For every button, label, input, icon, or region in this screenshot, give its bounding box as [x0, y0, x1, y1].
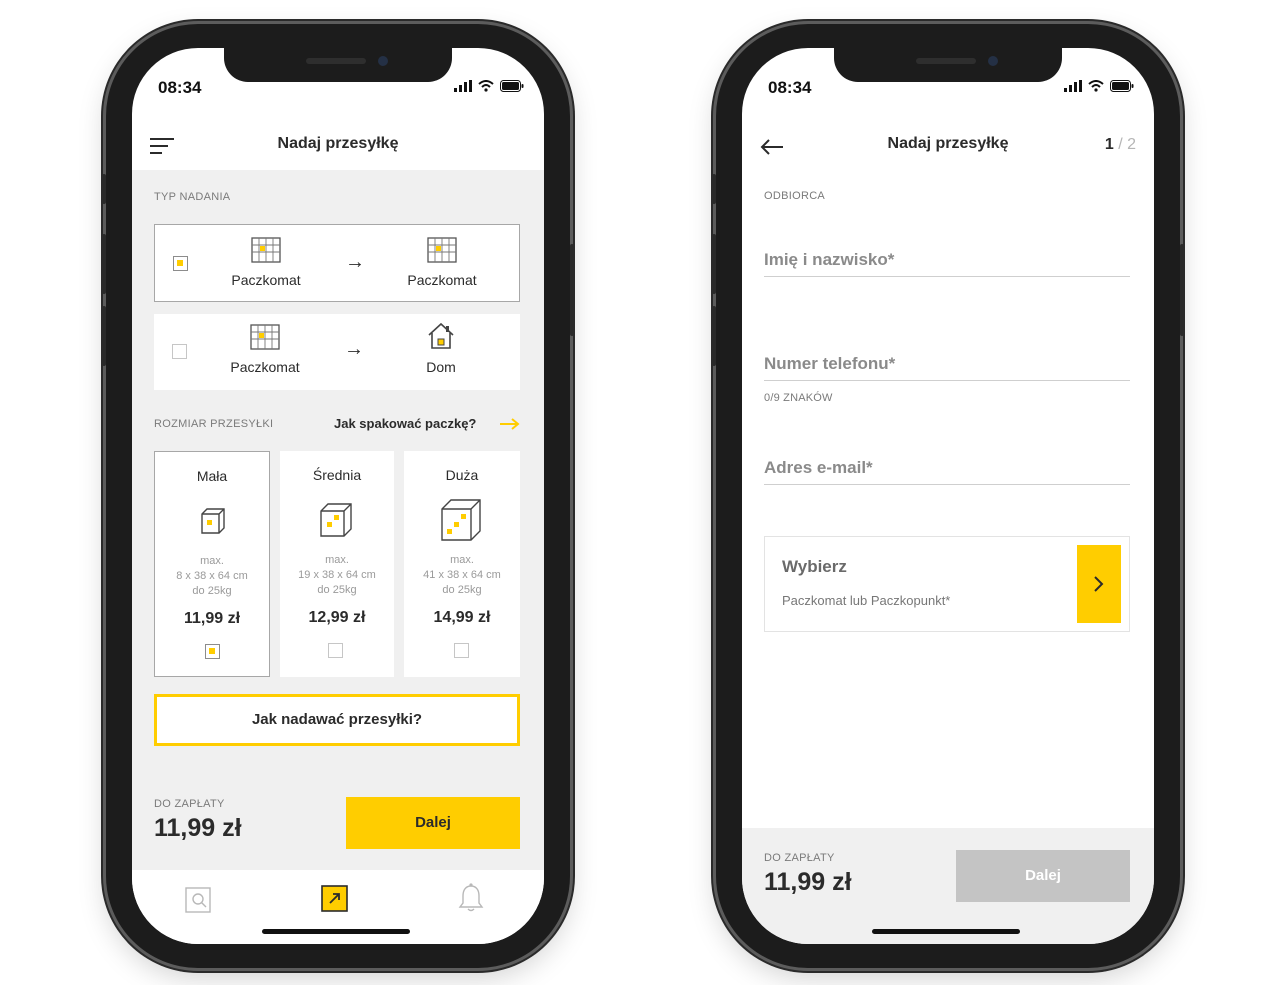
status-icons [1064, 80, 1134, 92]
pickup-point-selector[interactable]: Wybierz Paczkomat lub Paczkopunkt* [764, 536, 1130, 632]
screen-recipient-details: 08:34 Nadaj przesyłkę 1 / 2 ODBIORCA Imi… [742, 48, 1154, 944]
size-dimensions: 8 x 38 x 64 cm [176, 570, 248, 582]
phone-field[interactable]: Numer telefonu* [764, 354, 1130, 381]
battery-icon [500, 80, 524, 92]
section-label-send-type: TYP NADANIA [154, 191, 231, 203]
size-checkbox[interactable] [205, 644, 220, 659]
option-to-label: Paczkomat [407, 272, 477, 288]
payment-label: DO ZAPŁATY [154, 798, 225, 810]
house-icon [428, 322, 454, 349]
parcel-locker-icon [250, 324, 280, 350]
header: Nadaj przesyłkę 1 / 2 [742, 118, 1154, 174]
home-indicator [872, 929, 1020, 934]
arrow-right-icon[interactable] [500, 418, 520, 430]
next-button[interactable]: Dalej [346, 797, 520, 849]
section-label-recipient: ODBIORCA [764, 190, 826, 202]
size-name: Duża [445, 467, 479, 483]
status-icons [454, 80, 524, 92]
size-card-small[interactable]: Mała max. 8 x 38 x 64 cm do 25kg 11,99 z… [154, 451, 270, 677]
phone-char-counter: 0/9 ZNAKÓW [764, 392, 833, 404]
send-parcel-icon[interactable] [320, 883, 350, 913]
home-indicator [262, 929, 410, 934]
payment-footer: DO ZAPŁATY 11,99 zł Dalej [742, 828, 1154, 944]
send-option-locker-to-home[interactable]: Paczkomat → Dom [154, 314, 520, 390]
status-time: 08:34 [158, 78, 202, 97]
send-option-locker-to-locker[interactable]: Paczkomat → Paczkomat [154, 224, 520, 302]
how-to-send-button[interactable]: Jak nadawać przesyłki? [154, 694, 520, 746]
arrow-right-icon: → [344, 338, 364, 360]
option-from-label: Paczkomat [231, 272, 301, 288]
signal-icon [454, 80, 472, 92]
size-price: 12,99 zł [308, 609, 366, 626]
small-box-icon [201, 508, 225, 534]
page-title: Nadaj przesyłkę [887, 135, 1009, 152]
size-weight: do 25kg [317, 584, 357, 596]
size-dimensions: 19 x 38 x 64 cm [298, 569, 376, 581]
bell-icon[interactable] [456, 882, 486, 914]
size-checkbox[interactable] [328, 643, 343, 658]
screen-send-parcel-type: 08:34 Nadaj przesyłkę TYP NADANIA Paczko… [132, 48, 544, 944]
size-max-label: max. [325, 554, 349, 566]
size-price: 11,99 zł [183, 610, 241, 627]
size-max-label: max. [450, 554, 474, 566]
step-current: 1 [1104, 136, 1114, 153]
picker-subtitle: Paczkomat lub Paczkopunkt* [782, 593, 951, 608]
wifi-icon [478, 80, 494, 92]
how-to-pack-link[interactable]: Jak spakować paczkę? [334, 416, 476, 431]
size-checkbox[interactable] [454, 643, 469, 658]
arrow-right-icon: → [345, 251, 365, 273]
name-field[interactable]: Imię i nazwisko* [764, 250, 1130, 277]
option-checkbox[interactable] [173, 256, 188, 271]
size-name: Mała [196, 468, 228, 484]
option-to-label: Dom [426, 359, 456, 375]
option-checkbox[interactable] [172, 344, 187, 359]
size-weight: do 25kg [442, 584, 482, 596]
payment-label: DO ZAPŁATY [764, 852, 835, 864]
payment-amount: 11,99 zł [154, 814, 242, 842]
step-total: / 2 [1118, 136, 1136, 153]
size-price: 14,99 zł [433, 609, 491, 626]
chevron-right-icon [1094, 576, 1104, 592]
parcel-locker-icon [251, 237, 281, 263]
size-name: Średnia [312, 467, 362, 483]
medium-box-icon [320, 503, 352, 537]
phone-frame-left: 08:34 Nadaj przesyłkę TYP NADANIA Paczko… [102, 24, 574, 968]
status-time: 08:34 [768, 78, 812, 97]
large-box-icon [441, 499, 481, 541]
option-from-label: Paczkomat [230, 359, 300, 375]
next-button-disabled[interactable]: Dalej [956, 850, 1130, 902]
parcel-locker-icon [427, 237, 457, 263]
size-dimensions: 41 x 38 x 64 cm [423, 569, 501, 581]
signal-icon [1064, 80, 1082, 92]
step-indicator: 1 / 2 [1105, 136, 1136, 154]
header: Nadaj przesyłkę [132, 118, 544, 174]
battery-icon [1110, 80, 1134, 92]
picker-open-button[interactable] [1077, 545, 1121, 623]
payment-amount: 11,99 zł [764, 868, 852, 896]
wifi-icon [1088, 80, 1104, 92]
picker-title: Wybierz [782, 557, 847, 576]
size-card-large[interactable]: Duża max. 41 x 38 x 64 cm do 25kg 14,99 … [404, 451, 520, 677]
page-title: Nadaj przesyłkę [277, 135, 399, 152]
size-max-label: max. [200, 555, 224, 567]
section-label-size: ROZMIAR PRZESYŁKI [154, 418, 274, 430]
email-field[interactable]: Adres e-mail* [764, 458, 1130, 485]
size-card-medium[interactable]: Średnia max. 19 x 38 x 64 cm do 25kg 12,… [280, 451, 394, 677]
phone-frame-right: 08:34 Nadaj przesyłkę 1 / 2 ODBIORCA Imi… [712, 24, 1184, 968]
size-weight: do 25kg [192, 585, 232, 597]
search-parcel-icon[interactable] [184, 884, 214, 914]
